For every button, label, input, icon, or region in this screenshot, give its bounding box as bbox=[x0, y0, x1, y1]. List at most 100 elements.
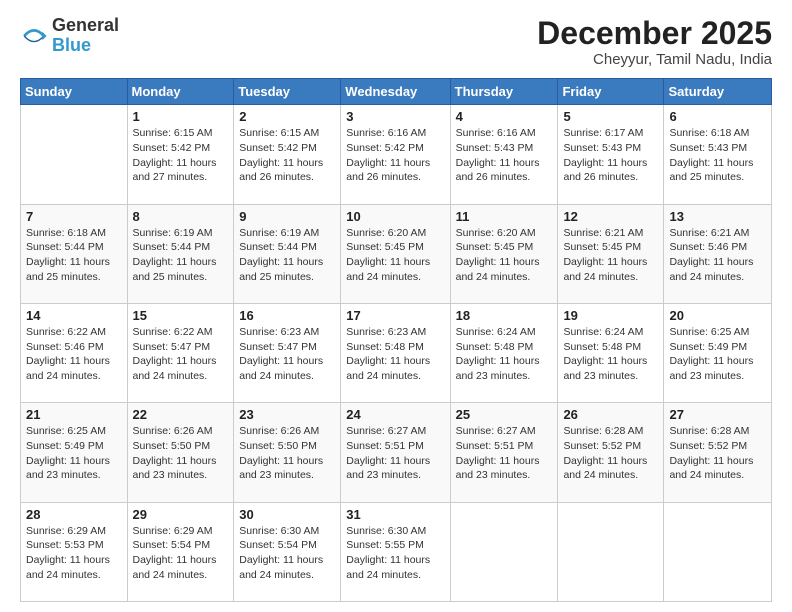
day-info: Sunrise: 6:28 AM Sunset: 5:52 PM Dayligh… bbox=[563, 424, 658, 483]
calendar-cell: 28 Sunrise: 6:29 AM Sunset: 5:53 PM Dayli… bbox=[21, 502, 128, 601]
calendar-cell: 27 Sunrise: 6:28 AM Sunset: 5:52 PM Dayli… bbox=[664, 403, 772, 502]
day-info: Sunrise: 6:15 AM Sunset: 5:42 PM Dayligh… bbox=[133, 126, 229, 185]
header: General Blue December 2025 Cheyyur, Tami… bbox=[20, 16, 772, 68]
day-number: 12 bbox=[563, 209, 658, 224]
day-number: 8 bbox=[133, 209, 229, 224]
col-header-thursday: Thursday bbox=[450, 79, 558, 105]
main-title: December 2025 bbox=[537, 16, 772, 51]
calendar-cell: 30 Sunrise: 6:30 AM Sunset: 5:54 PM Dayli… bbox=[234, 502, 341, 601]
calendar-cell: 12 Sunrise: 6:21 AM Sunset: 5:45 PM Dayli… bbox=[558, 204, 664, 303]
day-number: 5 bbox=[563, 109, 658, 124]
day-info: Sunrise: 6:24 AM Sunset: 5:48 PM Dayligh… bbox=[563, 325, 658, 384]
day-info: Sunrise: 6:18 AM Sunset: 5:43 PM Dayligh… bbox=[669, 126, 766, 185]
day-info: Sunrise: 6:25 AM Sunset: 5:49 PM Dayligh… bbox=[669, 325, 766, 384]
logo-icon bbox=[20, 22, 48, 50]
day-number: 24 bbox=[346, 407, 444, 422]
calendar-cell: 7Sunrise: 6:18 AM Sunset: 5:44 PM Daylig… bbox=[21, 204, 128, 303]
day-number: 17 bbox=[346, 308, 444, 323]
calendar-cell: 16Sunrise: 6:23 AM Sunset: 5:47 PM Dayli… bbox=[234, 303, 341, 402]
day-info: Sunrise: 6:28 AM Sunset: 5:52 PM Dayligh… bbox=[669, 424, 766, 483]
day-number: 2 bbox=[239, 109, 335, 124]
calendar-cell: 8 Sunrise: 6:19 AM Sunset: 5:44 PM Daylig… bbox=[127, 204, 234, 303]
logo-line2: Blue bbox=[52, 36, 119, 56]
calendar-cell: 9 Sunrise: 6:19 AM Sunset: 5:44 PM Daylig… bbox=[234, 204, 341, 303]
day-number: 9 bbox=[239, 209, 335, 224]
day-number: 21 bbox=[26, 407, 122, 422]
day-number: 18 bbox=[456, 308, 553, 323]
subtitle: Cheyyur, Tamil Nadu, India bbox=[537, 51, 772, 68]
day-info: Sunrise: 6:19 AM Sunset: 5:44 PM Dayligh… bbox=[133, 226, 229, 285]
calendar-table: SundayMondayTuesdayWednesdayThursdayFrid… bbox=[20, 78, 772, 602]
day-number: 10 bbox=[346, 209, 444, 224]
calendar-cell: 23Sunrise: 6:26 AM Sunset: 5:50 PM Dayli… bbox=[234, 403, 341, 502]
day-info: Sunrise: 6:16 AM Sunset: 5:43 PM Dayligh… bbox=[456, 126, 553, 185]
day-number: 26 bbox=[563, 407, 658, 422]
day-number: 22 bbox=[133, 407, 229, 422]
day-number: 20 bbox=[669, 308, 766, 323]
calendar-cell: 19 Sunrise: 6:24 AM Sunset: 5:48 PM Dayli… bbox=[558, 303, 664, 402]
calendar-cell: 6 Sunrise: 6:18 AM Sunset: 5:43 PM Daylig… bbox=[664, 105, 772, 204]
calendar-cell bbox=[450, 502, 558, 601]
day-info: Sunrise: 6:21 AM Sunset: 5:46 PM Dayligh… bbox=[669, 226, 766, 285]
calendar-cell: 14 Sunrise: 6:22 AM Sunset: 5:46 PM Dayli… bbox=[21, 303, 128, 402]
day-number: 19 bbox=[563, 308, 658, 323]
calendar-cell: 15Sunrise: 6:22 AM Sunset: 5:47 PM Dayli… bbox=[127, 303, 234, 402]
day-number: 25 bbox=[456, 407, 553, 422]
calendar-week-row: 21 Sunrise: 6:25 AM Sunset: 5:49 PM Dayli… bbox=[21, 403, 772, 502]
calendar-week-row: 14 Sunrise: 6:22 AM Sunset: 5:46 PM Dayli… bbox=[21, 303, 772, 402]
col-header-tuesday: Tuesday bbox=[234, 79, 341, 105]
col-header-wednesday: Wednesday bbox=[341, 79, 450, 105]
day-info: Sunrise: 6:30 AM Sunset: 5:55 PM Dayligh… bbox=[346, 524, 444, 583]
day-info: Sunrise: 6:15 AM Sunset: 5:42 PM Dayligh… bbox=[239, 126, 335, 185]
day-info: Sunrise: 6:29 AM Sunset: 5:53 PM Dayligh… bbox=[26, 524, 122, 583]
day-number: 3 bbox=[346, 109, 444, 124]
calendar-week-row: 1 Sunrise: 6:15 AM Sunset: 5:42 PM Daylig… bbox=[21, 105, 772, 204]
calendar-cell: 24 Sunrise: 6:27 AM Sunset: 5:51 PM Dayli… bbox=[341, 403, 450, 502]
day-info: Sunrise: 6:16 AM Sunset: 5:42 PM Dayligh… bbox=[346, 126, 444, 185]
day-info: Sunrise: 6:29 AM Sunset: 5:54 PM Dayligh… bbox=[133, 524, 229, 583]
calendar-cell: 11 Sunrise: 6:20 AM Sunset: 5:45 PM Dayli… bbox=[450, 204, 558, 303]
day-info: Sunrise: 6:21 AM Sunset: 5:45 PM Dayligh… bbox=[563, 226, 658, 285]
day-info: Sunrise: 6:17 AM Sunset: 5:43 PM Dayligh… bbox=[563, 126, 658, 185]
calendar-cell: 2 Sunrise: 6:15 AM Sunset: 5:42 PM Daylig… bbox=[234, 105, 341, 204]
day-number: 13 bbox=[669, 209, 766, 224]
day-info: Sunrise: 6:25 AM Sunset: 5:49 PM Dayligh… bbox=[26, 424, 122, 483]
day-number: 11 bbox=[456, 209, 553, 224]
day-number: 15 bbox=[133, 308, 229, 323]
calendar-cell: 26 Sunrise: 6:28 AM Sunset: 5:52 PM Dayli… bbox=[558, 403, 664, 502]
page: General Blue December 2025 Cheyyur, Tami… bbox=[0, 0, 792, 612]
day-info: Sunrise: 6:23 AM Sunset: 5:48 PM Dayligh… bbox=[346, 325, 444, 384]
calendar-cell: 29Sunrise: 6:29 AM Sunset: 5:54 PM Dayli… bbox=[127, 502, 234, 601]
calendar-cell: 17 Sunrise: 6:23 AM Sunset: 5:48 PM Dayli… bbox=[341, 303, 450, 402]
day-number: 28 bbox=[26, 507, 122, 522]
day-info: Sunrise: 6:27 AM Sunset: 5:51 PM Dayligh… bbox=[346, 424, 444, 483]
day-info: Sunrise: 6:20 AM Sunset: 5:45 PM Dayligh… bbox=[346, 226, 444, 285]
col-header-saturday: Saturday bbox=[664, 79, 772, 105]
day-number: 27 bbox=[669, 407, 766, 422]
day-number: 14 bbox=[26, 308, 122, 323]
day-info: Sunrise: 6:27 AM Sunset: 5:51 PM Dayligh… bbox=[456, 424, 553, 483]
calendar-cell bbox=[21, 105, 128, 204]
title-block: December 2025 Cheyyur, Tamil Nadu, India bbox=[537, 16, 772, 68]
day-number: 16 bbox=[239, 308, 335, 323]
col-header-friday: Friday bbox=[558, 79, 664, 105]
day-info: Sunrise: 6:19 AM Sunset: 5:44 PM Dayligh… bbox=[239, 226, 335, 285]
col-header-sunday: Sunday bbox=[21, 79, 128, 105]
day-number: 6 bbox=[669, 109, 766, 124]
calendar-cell: 21 Sunrise: 6:25 AM Sunset: 5:49 PM Dayli… bbox=[21, 403, 128, 502]
calendar-cell: 4Sunrise: 6:16 AM Sunset: 5:43 PM Daylig… bbox=[450, 105, 558, 204]
calendar-cell: 18Sunrise: 6:24 AM Sunset: 5:48 PM Dayli… bbox=[450, 303, 558, 402]
col-header-monday: Monday bbox=[127, 79, 234, 105]
day-info: Sunrise: 6:20 AM Sunset: 5:45 PM Dayligh… bbox=[456, 226, 553, 285]
day-info: Sunrise: 6:18 AM Sunset: 5:44 PM Dayligh… bbox=[26, 226, 122, 285]
day-number: 1 bbox=[133, 109, 229, 124]
calendar-cell bbox=[558, 502, 664, 601]
day-info: Sunrise: 6:26 AM Sunset: 5:50 PM Dayligh… bbox=[239, 424, 335, 483]
day-info: Sunrise: 6:22 AM Sunset: 5:46 PM Dayligh… bbox=[26, 325, 122, 384]
calendar-cell: 5 Sunrise: 6:17 AM Sunset: 5:43 PM Daylig… bbox=[558, 105, 664, 204]
day-number: 31 bbox=[346, 507, 444, 522]
calendar-cell: 22Sunrise: 6:26 AM Sunset: 5:50 PM Dayli… bbox=[127, 403, 234, 502]
calendar-cell: 25 Sunrise: 6:27 AM Sunset: 5:51 PM Dayli… bbox=[450, 403, 558, 502]
day-info: Sunrise: 6:30 AM Sunset: 5:54 PM Dayligh… bbox=[239, 524, 335, 583]
day-number: 30 bbox=[239, 507, 335, 522]
